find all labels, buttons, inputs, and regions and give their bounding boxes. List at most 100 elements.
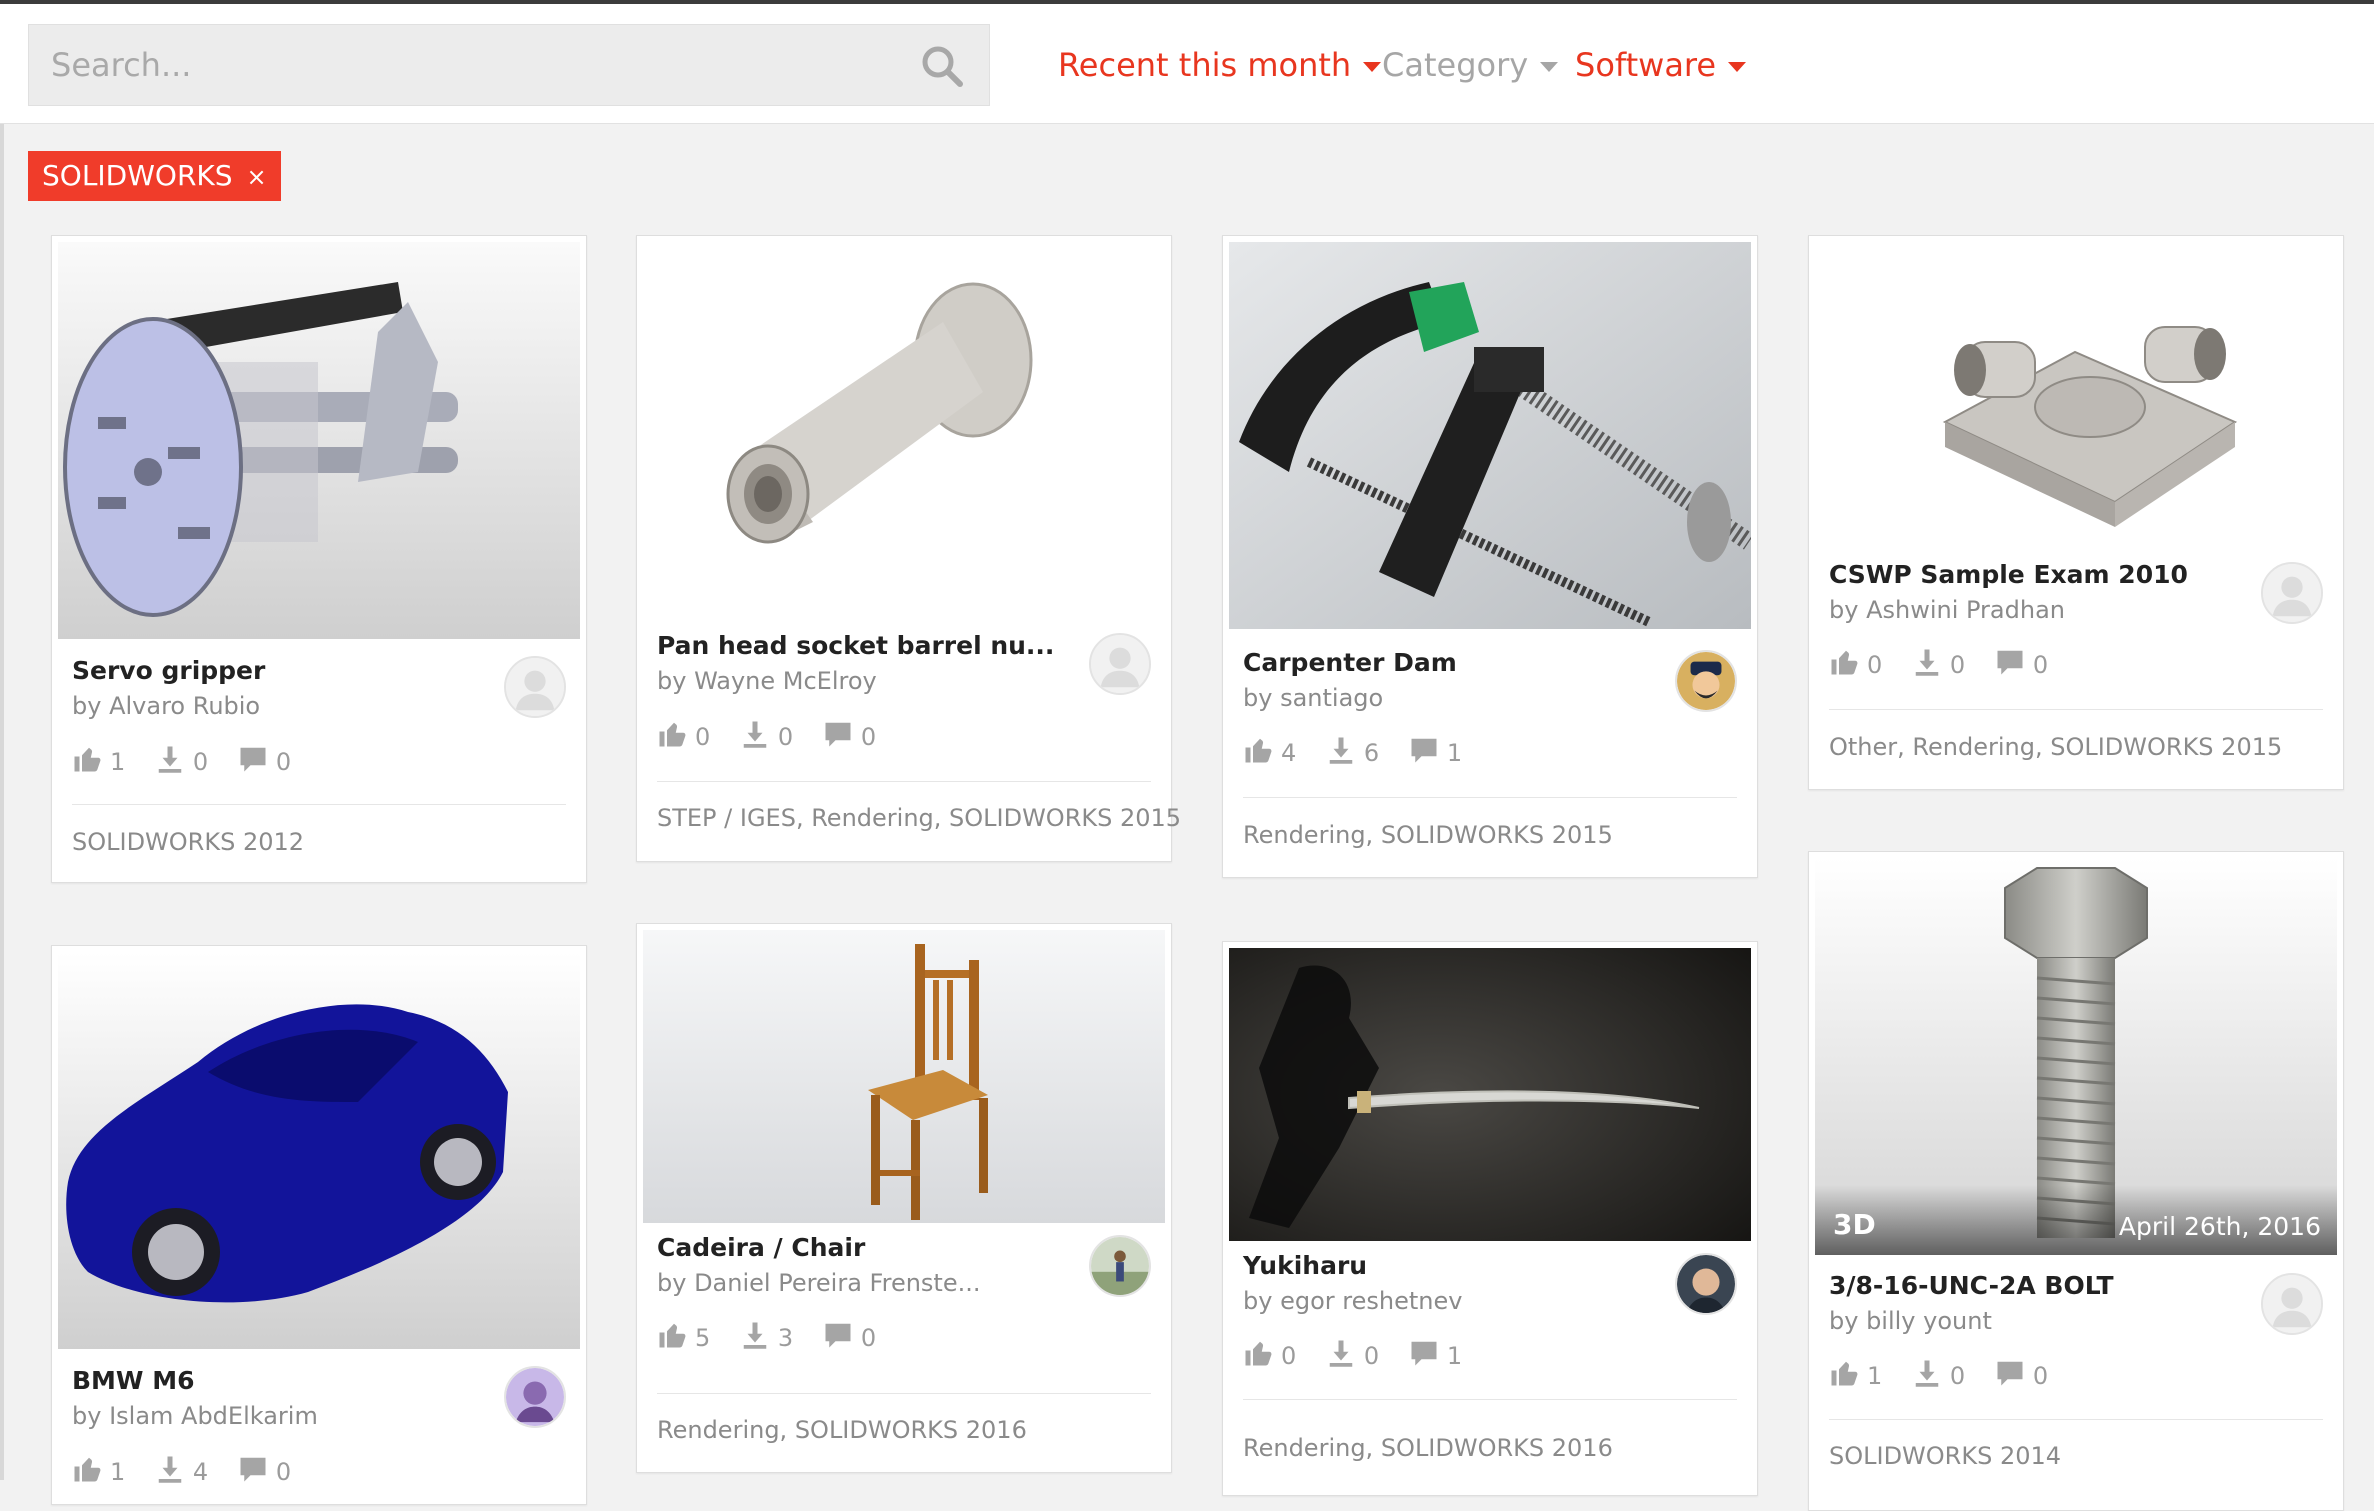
model-author[interactable]: by santiago bbox=[1243, 684, 1383, 712]
downloads-stat[interactable]: 0 bbox=[740, 719, 793, 751]
author-avatar[interactable] bbox=[1675, 650, 1737, 712]
likes-stat[interactable]: 1 bbox=[1829, 1358, 1882, 1390]
comments-stat[interactable]: 0 bbox=[1995, 1358, 2048, 1390]
model-author[interactable]: by Alvaro Rubio bbox=[72, 692, 260, 720]
author-avatar[interactable] bbox=[1089, 1235, 1151, 1297]
caret-down-icon bbox=[1728, 62, 1747, 72]
model-title[interactable]: BMW M6 bbox=[72, 1366, 195, 1395]
model-card[interactable]: CSWP Sample Exam 2010 by Ashwini Pradhan… bbox=[1808, 235, 2344, 790]
model-title[interactable]: Carpenter Dam bbox=[1243, 648, 1457, 677]
card-divider bbox=[1829, 709, 2323, 710]
model-author[interactable]: by Islam AbdElkarim bbox=[72, 1402, 318, 1430]
download-icon bbox=[740, 1320, 770, 1350]
downloads-stat[interactable]: 0 bbox=[1912, 1358, 1965, 1390]
comments-stat[interactable]: 0 bbox=[1995, 647, 2048, 679]
downloads-stat[interactable]: 0 bbox=[1912, 647, 1965, 679]
likes-count: 1 bbox=[110, 1458, 126, 1486]
model-thumbnail[interactable] bbox=[643, 242, 1165, 622]
thumbs-up-icon bbox=[72, 744, 102, 774]
downloads-count: 6 bbox=[1363, 739, 1380, 767]
card-divider bbox=[657, 1393, 1151, 1394]
model-title[interactable]: Yukiharu bbox=[1243, 1251, 1367, 1280]
downloads-count: 4 bbox=[192, 1458, 209, 1486]
download-icon bbox=[1326, 735, 1356, 765]
model-tags: Rendering, SOLIDWORKS 2016 bbox=[1243, 1434, 1613, 1462]
search-icon[interactable] bbox=[919, 43, 965, 89]
downloads-stat[interactable]: 6 bbox=[1326, 735, 1379, 767]
comments-stat[interactable]: 1 bbox=[1409, 1338, 1462, 1370]
comments-stat[interactable]: 1 bbox=[1409, 735, 1462, 767]
model-stats: 5 3 0 bbox=[657, 1320, 898, 1352]
model-title[interactable]: Pan head socket barrel nu... bbox=[657, 631, 1054, 660]
model-title[interactable]: Servo gripper bbox=[72, 656, 265, 685]
comments-stat[interactable]: 0 bbox=[823, 719, 876, 751]
search-input[interactable] bbox=[29, 25, 889, 105]
card-divider bbox=[657, 781, 1151, 782]
filter-category-dropdown[interactable]: Category bbox=[1382, 42, 1559, 88]
comment-icon bbox=[1409, 1338, 1439, 1368]
model-card[interactable]: 3D April 26th, 2016 3/8-16-UNC-2A BOLT b… bbox=[1808, 851, 2344, 1511]
downloads-stat[interactable]: 4 bbox=[155, 1454, 208, 1486]
model-author[interactable]: by Wayne McElroy bbox=[657, 667, 877, 695]
likes-stat[interactable]: 5 bbox=[657, 1320, 710, 1352]
model-card[interactable]: BMW M6 by Islam AbdElkarim 1 4 0 bbox=[51, 945, 587, 1505]
model-title[interactable]: CSWP Sample Exam 2010 bbox=[1829, 560, 2188, 589]
model-stats: 4 6 1 bbox=[1243, 735, 1484, 767]
model-author[interactable]: by Daniel Pereira Frenste... bbox=[657, 1269, 981, 1297]
model-thumbnail[interactable] bbox=[58, 952, 580, 1349]
caret-down-icon bbox=[1540, 62, 1559, 72]
model-author[interactable]: by billy yount bbox=[1829, 1307, 1992, 1335]
author-avatar[interactable] bbox=[2261, 562, 2323, 624]
author-avatar[interactable] bbox=[504, 1366, 566, 1428]
comments-stat[interactable]: 0 bbox=[238, 1454, 291, 1486]
likes-count: 5 bbox=[695, 1324, 711, 1352]
model-stats: 0 0 0 bbox=[1829, 647, 2070, 679]
comments-count: 0 bbox=[2032, 1362, 2049, 1390]
likes-stat[interactable]: 0 bbox=[1829, 647, 1882, 679]
filter-recent-dropdown[interactable]: Recent this month bbox=[1058, 42, 1382, 88]
likes-stat[interactable]: 1 bbox=[72, 744, 125, 776]
model-thumbnail[interactable] bbox=[1229, 948, 1751, 1241]
model-tags: Rendering, SOLIDWORKS 2016 bbox=[657, 1416, 1027, 1444]
model-card[interactable]: Pan head socket barrel nu... by Wayne Mc… bbox=[636, 235, 1181, 862]
model-title[interactable]: Cadeira / Chair bbox=[657, 1233, 865, 1262]
comments-count: 0 bbox=[275, 748, 292, 776]
author-avatar[interactable] bbox=[504, 656, 566, 718]
downloads-stat[interactable]: 0 bbox=[1326, 1338, 1379, 1370]
comment-icon bbox=[238, 744, 268, 774]
thumbs-up-icon bbox=[1829, 647, 1859, 677]
thumbs-up-icon bbox=[1243, 1338, 1273, 1368]
model-card[interactable]: Carpenter Dam by santiago 4 6 1 Renderin… bbox=[1222, 235, 1758, 878]
likes-stat[interactable]: 1 bbox=[72, 1454, 125, 1486]
comments-count: 1 bbox=[1446, 1342, 1463, 1370]
downloads-count: 0 bbox=[1949, 1362, 1966, 1390]
likes-stat[interactable]: 4 bbox=[1243, 735, 1296, 767]
model-card[interactable]: Yukiharu by egor reshetnev 0 0 1 Renderi… bbox=[1222, 941, 1758, 1496]
likes-stat[interactable]: 0 bbox=[1243, 1338, 1296, 1370]
model-card[interactable]: Cadeira / Chair by Daniel Pereira Frenst… bbox=[636, 923, 1172, 1473]
model-title[interactable]: 3/8-16-UNC-2A BOLT bbox=[1829, 1271, 2114, 1300]
likes-count: 0 bbox=[695, 723, 711, 751]
model-thumbnail[interactable] bbox=[58, 242, 580, 639]
model-author[interactable]: by Ashwini Pradhan bbox=[1829, 596, 2065, 624]
downloads-stat[interactable]: 3 bbox=[740, 1320, 793, 1352]
model-thumbnail[interactable] bbox=[643, 930, 1165, 1223]
model-card[interactable]: Servo gripper by Alvaro Rubio 1 0 0 SOLI… bbox=[51, 235, 587, 883]
model-thumbnail[interactable] bbox=[1815, 242, 2337, 552]
model-tags: Other, Rendering, SOLIDWORKS 2015 bbox=[1829, 733, 2283, 761]
author-avatar[interactable] bbox=[2261, 1273, 2323, 1335]
author-avatar[interactable] bbox=[1089, 633, 1151, 695]
filter-software-dropdown[interactable]: Software bbox=[1575, 42, 1747, 88]
comments-stat[interactable]: 0 bbox=[238, 744, 291, 776]
model-thumbnail[interactable]: 3D April 26th, 2016 bbox=[1815, 858, 2337, 1255]
model-author[interactable]: by egor reshetnev bbox=[1243, 1287, 1462, 1315]
comments-stat[interactable]: 0 bbox=[823, 1320, 876, 1352]
author-avatar[interactable] bbox=[1675, 1253, 1737, 1315]
comments-count: 0 bbox=[860, 1324, 877, 1352]
model-thumbnail[interactable] bbox=[1229, 242, 1751, 629]
likes-stat[interactable]: 0 bbox=[657, 719, 710, 751]
card-divider bbox=[1243, 1399, 1737, 1400]
remove-tag-icon[interactable]: × bbox=[247, 163, 267, 191]
downloads-stat[interactable]: 0 bbox=[155, 744, 208, 776]
comments-count: 0 bbox=[860, 723, 877, 751]
